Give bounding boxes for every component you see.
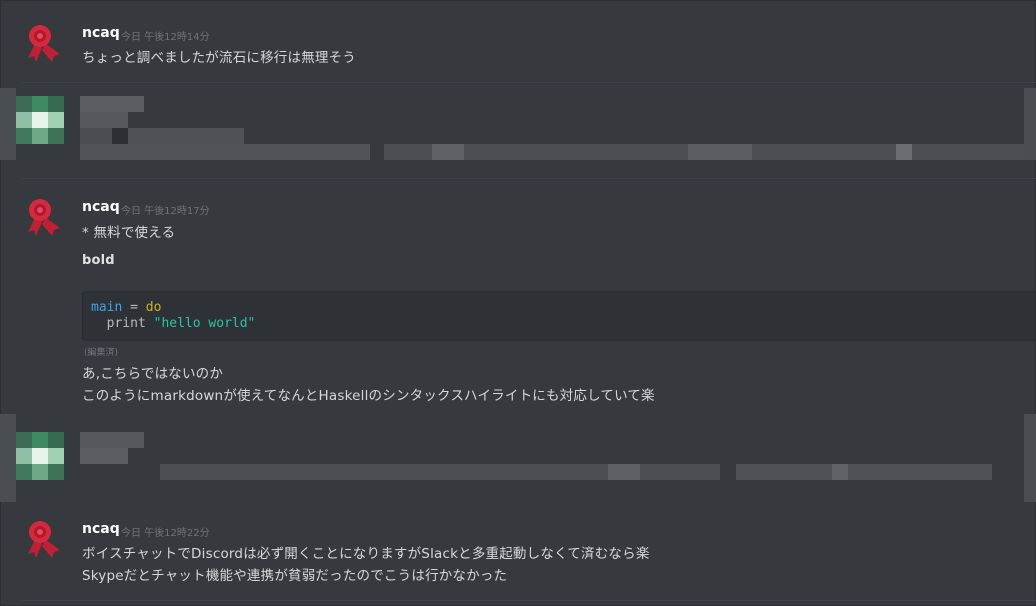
scroll-edge-right [1024,414,1036,502]
timestamp: 今日 午後12時22分 [121,528,210,539]
message-text: ちょっと調べましたが流石に移行は無理そう [82,50,356,66]
code-keyword: do [145,300,162,315]
redacted-message-1 [0,88,1036,160]
scroll-edge-left [0,414,16,502]
edited-label: (編集済) [84,348,119,358]
list-item-text: * 無料で使える [82,225,176,241]
code-function: print [91,316,154,331]
redacted-message-2 [0,414,1036,502]
username[interactable]: ncaq [82,25,120,41]
timestamp: 今日 午後12時17分 [121,206,210,217]
timestamp: 今日 午後12時14分 [121,32,210,43]
username[interactable]: ncaq [82,521,120,537]
message-text: このようにmarkdownが使えてなんとHaskellのシンタックスハイライトに… [82,388,655,404]
message-text: Skypeだとチャット機能や連携が貧弱だったのでこうは行かなかった [82,568,508,584]
message-divider [22,178,1036,179]
message-text: ボイスチャットでDiscordは必ず開くことになりますがSlackと多重起動しな… [82,546,650,562]
scroll-edge-right [1024,88,1036,160]
avatar-icon[interactable] [22,518,62,558]
code-string: "hello world" [153,316,256,331]
message-divider [22,82,1036,83]
code-identifier: main [91,300,123,315]
message-divider [22,600,1036,601]
avatar-icon[interactable] [22,196,62,236]
code-block[interactable]: main = do print "hello world" [82,291,1036,341]
message-text: あ,こちらではないのか [82,366,224,382]
avatar-icon[interactable] [22,22,62,62]
scroll-edge-left [0,88,16,160]
bold-text: bold [82,253,115,268]
code-operator: = [122,300,146,315]
username[interactable]: ncaq [82,199,120,215]
